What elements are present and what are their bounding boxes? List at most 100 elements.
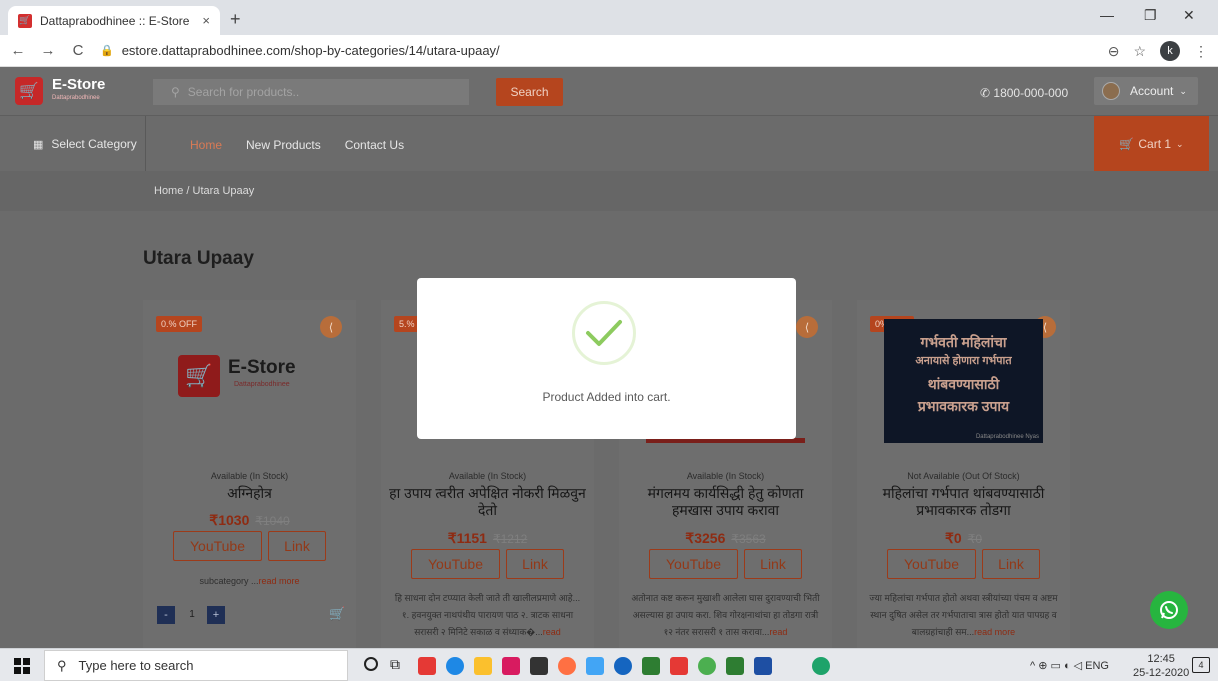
forward-arrow-icon[interactable]: → [36,42,60,59]
new-tab-button[interactable]: + [230,9,241,30]
youtube-button[interactable]: YouTube [649,549,738,579]
app-icon[interactable] [586,657,604,675]
read-more-link[interactable]: read more [259,576,300,586]
cart-logo-icon[interactable]: 🛒 [15,77,43,105]
logo-title[interactable]: E-Store [52,76,105,93]
search-icon: ⚲ [171,85,180,99]
tab-close-icon[interactable]: × [202,13,210,28]
address-bar: ← → C 🔒 estore.dattaprabodhinee.com/shop… [0,35,1218,67]
product-card: 0.% OFF ⟨ 🛒 E-Store Dattaprabodhinee Ava… [143,300,356,648]
product-description: अतोनात कष्ट करून मुखाशी आलेला घास दुरावण… [631,593,820,637]
availability: Not Available (Out Of Stock) [907,471,1020,481]
store-icon[interactable] [530,657,548,675]
availability: Available (In Stock) [210,471,289,481]
link-button[interactable]: Link [268,531,326,561]
lock-icon: 🔒 [100,45,114,57]
back-arrow-icon[interactable]: ← [6,42,30,59]
word-icon[interactable] [754,657,772,675]
app-icon[interactable] [670,657,688,675]
nav-link-new-products[interactable]: New Products [246,138,321,152]
star-icon[interactable]: ☆ [1133,43,1146,60]
app-icon[interactable] [502,657,520,675]
tab-title: Dattaprabodhinee :: E-Store [40,13,190,28]
main-nav: ▦ Select Category Home New Products Cont… [0,115,1218,172]
youtube-button[interactable]: YouTube [411,549,500,579]
product-name[interactable]: महिलांचा गर्भपात थांबवण्यासाठी प्रभावकार… [865,485,1062,519]
site-header: 🛒 E-Store Dattaprabodhinee ⚲ Search for … [0,67,1218,115]
cart-logo-icon: 🛒 [178,355,220,397]
url-field[interactable]: 🔒 estore.dattaprabodhinee.com/shop-by-ca… [100,39,1100,63]
app-icon[interactable] [558,657,576,675]
restore-icon[interactable]: ❐ [1144,7,1157,24]
whatsapp-icon[interactable] [1150,591,1188,629]
discount-badge: 5.% [394,316,420,332]
file-explorer-icon[interactable] [474,657,492,675]
image-caption-4: प्रभावकारक उपाय [917,398,1010,414]
old-price: ₹0 [967,532,982,546]
close-window-icon[interactable]: ✕ [1183,7,1195,24]
qty-decrement-button[interactable]: - [157,606,175,624]
nav-link-contact-us[interactable]: Contact Us [345,138,404,152]
app-icon[interactable] [614,657,632,675]
product-name[interactable]: मंगलमय कार्यसिद्धी हेतु कोणता हमखास उपाय… [627,485,824,519]
product-description: हि साधना दोन टप्प्यात केली जाते ती खालील… [394,593,581,637]
dialog-message: Product Added into cart. [542,390,671,404]
profile-avatar[interactable]: k [1160,41,1180,61]
logo-subtitle: Dattaprabodhinee [52,95,100,101]
link-button[interactable]: Link [982,549,1040,579]
availability: Available (In Stock) [448,471,527,481]
cortana-icon[interactable] [364,657,378,671]
youtube-button[interactable]: YouTube [173,531,262,561]
cart-button[interactable]: 🛒 Cart 1 ⌄ [1094,116,1209,172]
minimize-icon[interactable]: — [1100,7,1114,23]
app-icon[interactable] [642,657,660,675]
search-button[interactable]: Search [496,78,563,106]
qty-increment-button[interactable]: + [207,606,225,624]
excel-icon[interactable] [726,657,744,675]
read-more-link[interactable]: read more [974,627,1015,637]
url-text: estore.dattaprabodhinee.com/shop-by-cate… [121,43,500,58]
product-name[interactable]: अग्निहोत्र [151,485,348,502]
link-button[interactable]: Link [744,549,802,579]
read-more-link[interactable]: read [769,627,787,637]
clock[interactable]: 12:45 25-12-2020 [1133,652,1189,680]
search-input[interactable]: ⚲ Search for products.. [153,79,469,105]
windows-start-icon[interactable] [14,658,30,674]
system-tray[interactable]: ^ ⊕ ▭ ◐ ◁ ENG [1030,659,1109,672]
youtube-button[interactable]: YouTube [887,549,976,579]
price: ₹0 ₹0 [944,530,982,546]
select-category-button[interactable]: ▦ Select Category [0,116,146,172]
clock-time: 12:45 [1147,653,1175,665]
chrome-icon[interactable] [698,657,716,675]
phone-icon: ✆ [980,86,991,100]
cart-favicon-icon: 🛒 [18,13,32,28]
product-image[interactable]: 🛒 E-Store Dattaprabodhinee [170,319,329,443]
product-name[interactable]: हा उपाय त्वरीत अपेक्षित नोकरी मिळवुन देत… [389,485,586,519]
add-to-cart-icon[interactable]: 🛒 [329,606,345,622]
browser-tab[interactable]: 🛒 Dattaprabodhinee :: E-Store × [8,6,220,35]
task-view-icon[interactable]: ⧉ [390,656,400,673]
notification-icon[interactable]: 4 [1192,657,1210,673]
product-image[interactable]: गर्भवती महिलांचा अनायासे होणारा गर्भपात … [884,319,1043,443]
share-icon[interactable]: ⟨ [796,316,818,338]
edge-icon[interactable] [446,657,464,675]
success-dialog[interactable]: Product Added into cart. [417,278,796,439]
taskbar-search-input[interactable]: ⚲ Type here to search [44,650,348,681]
account-button[interactable]: Account ⌄ [1094,77,1198,105]
read-more-link[interactable]: read [543,627,561,637]
product-description: subcategory ...read more [199,576,300,586]
nav-link-home[interactable]: Home [190,138,222,152]
phone-number: ✆ 1800-000-000 [980,86,1069,100]
account-label: Account [1130,84,1174,98]
menu-dots-icon[interactable]: ⋮ [1194,43,1208,60]
search-placeholder: Search for products.. [187,85,300,99]
link-button[interactable]: Link [506,549,564,579]
app-icon[interactable] [812,657,830,675]
image-logo-title: E-Store [228,357,296,378]
app-icon[interactable] [418,657,436,675]
image-caption-2: अनायासे होणारा गर्भपात [915,355,1012,367]
zoom-icon[interactable]: ⊖ [1108,43,1120,60]
avatar [1102,82,1120,100]
qty-value[interactable]: 1 [183,609,201,620]
reload-icon[interactable]: C [66,42,90,59]
